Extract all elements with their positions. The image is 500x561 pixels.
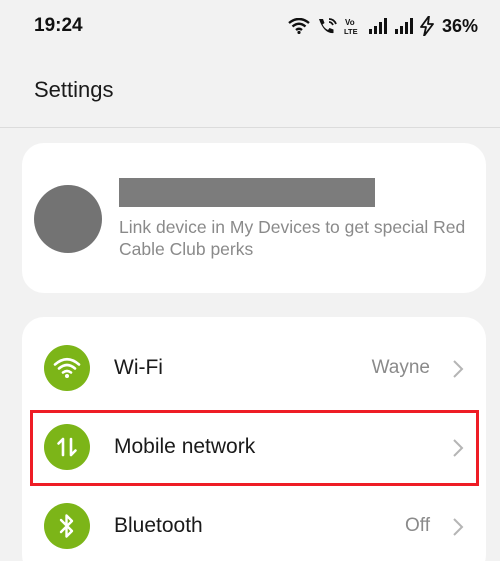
status-bar: 19:24 Vo LTE 36% xyxy=(0,0,500,52)
settings-item-label: Bluetooth xyxy=(114,514,203,537)
settings-list-card: Wi-Fi Wayne Mobile network Bluetooth Off xyxy=(22,317,486,561)
settings-item-wifi[interactable]: Wi-Fi Wayne xyxy=(22,329,486,407)
charging-icon xyxy=(420,16,434,36)
mobile-data-icon xyxy=(44,424,90,470)
app-header: Settings xyxy=(0,52,500,128)
chevron-right-icon xyxy=(452,517,464,542)
settings-item-bluetooth[interactable]: Bluetooth Off xyxy=(22,487,486,561)
signal-icon xyxy=(394,18,414,34)
account-card[interactable]: Link device in My Devices to get special… xyxy=(22,143,486,293)
wifi-calling-icon xyxy=(316,17,338,35)
wifi-icon xyxy=(288,18,310,34)
account-subtitle: Link device in My Devices to get special… xyxy=(119,217,466,259)
volte-icon: Vo LTE xyxy=(344,17,362,35)
status-icons: Vo LTE 36% xyxy=(288,16,478,37)
signal-icon xyxy=(368,18,388,34)
settings-item-value: Wayne xyxy=(371,357,430,378)
settings-item-value: Off xyxy=(405,515,430,536)
status-time: 19:24 xyxy=(34,15,83,36)
settings-item-mobile-network[interactable]: Mobile network xyxy=(22,408,486,486)
chevron-right-icon xyxy=(452,359,464,384)
wifi-icon xyxy=(44,345,90,391)
account-name-redacted xyxy=(119,178,375,207)
settings-item-label: Wi-Fi xyxy=(114,356,163,379)
settings-item-label: Mobile network xyxy=(114,435,256,458)
page-title: Settings xyxy=(34,77,114,102)
bluetooth-icon xyxy=(44,503,90,549)
chevron-right-icon xyxy=(452,438,464,463)
battery-percentage: 36% xyxy=(441,15,478,36)
svg-text:Vo: Vo xyxy=(345,18,355,27)
svg-text:LTE: LTE xyxy=(344,27,358,35)
avatar[interactable] xyxy=(34,185,102,253)
